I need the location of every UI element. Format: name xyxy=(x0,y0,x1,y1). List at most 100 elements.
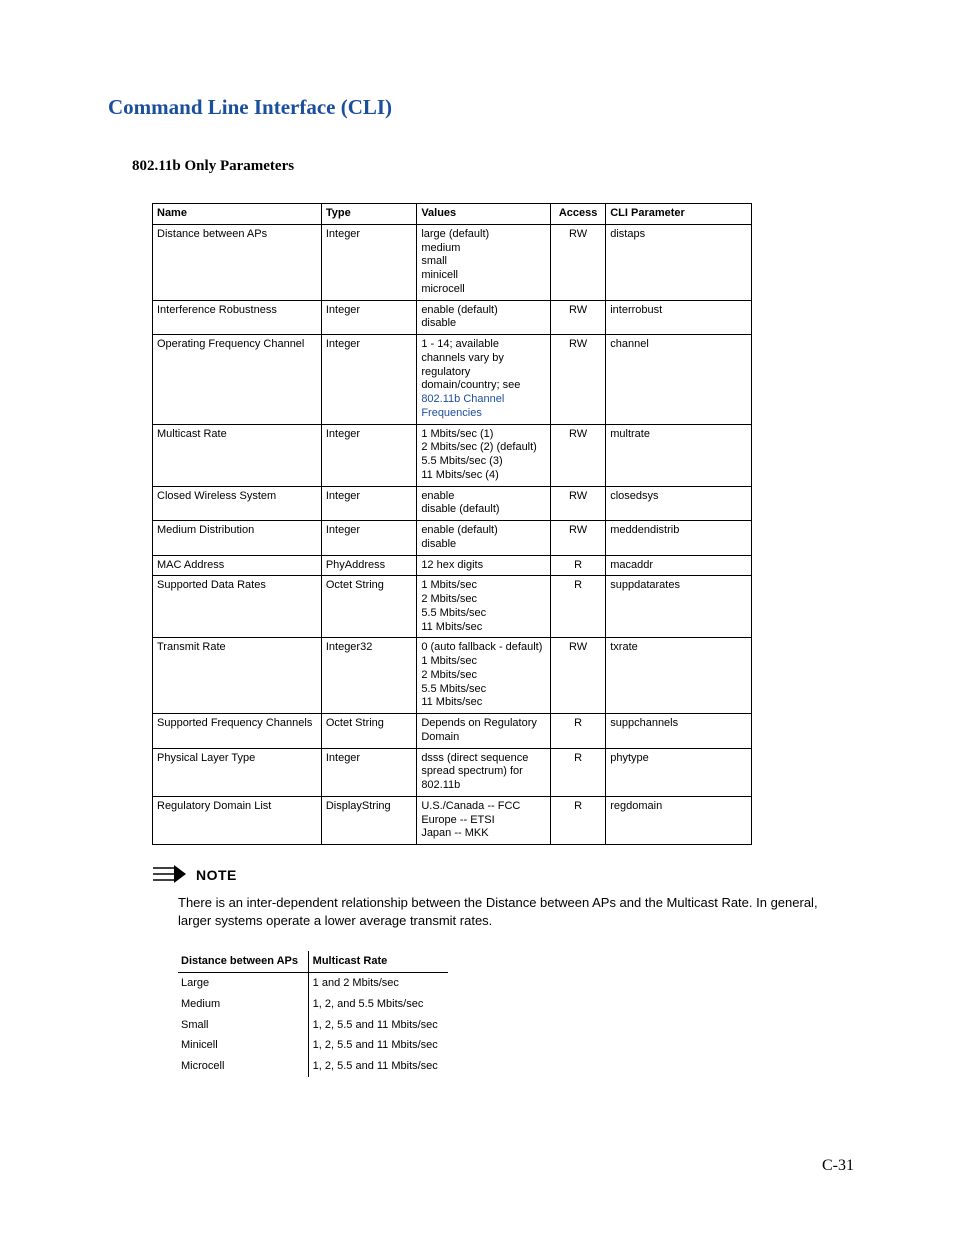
table-row: Medium1, 2, and 5.5 Mbits/sec xyxy=(178,994,448,1015)
cell-values: enabledisable (default) xyxy=(417,486,551,521)
th-access: Access xyxy=(550,204,605,225)
cell-values: 1 - 14; available channels vary by regul… xyxy=(417,335,551,425)
cell-cli-parameter: interrobust xyxy=(606,300,752,335)
th-distance: Distance between APs xyxy=(178,951,308,972)
cell-access: R xyxy=(550,555,605,576)
cell-type: Integer xyxy=(321,300,416,335)
cell-access: RW xyxy=(550,335,605,425)
cell-values: enable (default)disable xyxy=(417,521,551,556)
table-row: Microcell1, 2, 5.5 and 11 Mbits/sec xyxy=(178,1056,448,1077)
table-row: Closed Wireless SystemIntegerenabledisab… xyxy=(153,486,752,521)
cell-access: RW xyxy=(550,424,605,486)
page-number: C-31 xyxy=(822,1157,854,1175)
cell-values: Depends on Regulatory Domain xyxy=(417,714,551,749)
cell-cli-parameter: suppchannels xyxy=(606,714,752,749)
cell-access: R xyxy=(550,796,605,844)
cell-multicast-rate: 1, 2, 5.5 and 11 Mbits/sec xyxy=(308,1035,448,1056)
cell-cli-parameter: regdomain xyxy=(606,796,752,844)
table-row: Operating Frequency ChannelInteger1 - 14… xyxy=(153,335,752,425)
cell-access: R xyxy=(550,714,605,749)
cell-name: Operating Frequency Channel xyxy=(153,335,322,425)
cell-name: Supported Data Rates xyxy=(153,576,322,638)
cell-type: Octet String xyxy=(321,714,416,749)
cell-name: Physical Layer Type xyxy=(153,748,322,796)
parameters-table: Name Type Values Access CLI Parameter Di… xyxy=(152,203,752,845)
th-cli: CLI Parameter xyxy=(606,204,752,225)
table-header-row: Name Type Values Access CLI Parameter xyxy=(153,204,752,225)
table-row: Regulatory Domain ListDisplayStringU.S./… xyxy=(153,796,752,844)
cell-name: Multicast Rate xyxy=(153,424,322,486)
cell-type: Octet String xyxy=(321,576,416,638)
cell-cli-parameter: macaddr xyxy=(606,555,752,576)
cell-name: Regulatory Domain List xyxy=(153,796,322,844)
cell-type: Integer xyxy=(321,224,416,300)
cell-access: R xyxy=(550,748,605,796)
cell-type: Integer xyxy=(321,335,416,425)
cell-cli-parameter: suppdatarates xyxy=(606,576,752,638)
cell-name: Closed Wireless System xyxy=(153,486,322,521)
cross-reference-link[interactable]: Frequencies xyxy=(421,407,482,419)
cell-cli-parameter: channel xyxy=(606,335,752,425)
cell-values: 1 Mbits/sec (1)2 Mbits/sec (2) (default)… xyxy=(417,424,551,486)
cell-values: large (default)mediumsmallminicellmicroc… xyxy=(417,224,551,300)
cell-cli-parameter: txrate xyxy=(606,638,752,714)
table-row: Transmit RateInteger320 (auto fallback -… xyxy=(153,638,752,714)
cell-distance: Large xyxy=(178,972,308,993)
cell-type: DisplayString xyxy=(321,796,416,844)
cell-access: R xyxy=(550,576,605,638)
th-name: Name xyxy=(153,204,322,225)
cell-type: Integer32 xyxy=(321,638,416,714)
rates-table: Distance between APs Multicast Rate Larg… xyxy=(178,951,448,1077)
table-row: MAC AddressPhyAddress12 hex digitsRmacad… xyxy=(153,555,752,576)
cell-access: RW xyxy=(550,521,605,556)
cell-distance: Medium xyxy=(178,994,308,1015)
cell-multicast-rate: 1, 2, and 5.5 Mbits/sec xyxy=(308,994,448,1015)
cell-values: U.S./Canada -- FCCEurope -- ETSIJapan --… xyxy=(417,796,551,844)
cell-type: Integer xyxy=(321,424,416,486)
cell-name: MAC Address xyxy=(153,555,322,576)
table-row: Physical Layer TypeIntegerdsss (direct s… xyxy=(153,748,752,796)
table-header-row: Distance between APs Multicast Rate xyxy=(178,951,448,972)
cell-access: RW xyxy=(550,300,605,335)
cell-multicast-rate: 1 and 2 Mbits/sec xyxy=(308,972,448,993)
note-label: NOTE xyxy=(196,867,237,883)
cell-access: RW xyxy=(550,638,605,714)
cell-access: RW xyxy=(550,486,605,521)
cell-values: enable (default)disable xyxy=(417,300,551,335)
table-row: Interference RobustnessIntegerenable (de… xyxy=(153,300,752,335)
cell-cli-parameter: phytype xyxy=(606,748,752,796)
cell-name: Interference Robustness xyxy=(153,300,322,335)
cell-values: 0 (auto fallback - default)1 Mbits/sec2 … xyxy=(417,638,551,714)
table-row: Large1 and 2 Mbits/sec xyxy=(178,972,448,993)
cell-cli-parameter: closedsys xyxy=(606,486,752,521)
th-multicast-rate: Multicast Rate xyxy=(308,951,448,972)
table-row: Distance between APsIntegerlarge (defaul… xyxy=(153,224,752,300)
cell-type: Integer xyxy=(321,521,416,556)
cross-reference-link[interactable]: 802.11b Channel xyxy=(421,393,504,405)
th-values: Values xyxy=(417,204,551,225)
cell-type: PhyAddress xyxy=(321,555,416,576)
table-row: Minicell1, 2, 5.5 and 11 Mbits/sec xyxy=(178,1035,448,1056)
cell-cli-parameter: multrate xyxy=(606,424,752,486)
cell-cli-parameter: meddendistrib xyxy=(606,521,752,556)
table-row: Supported Frequency ChannelsOctet String… xyxy=(153,714,752,749)
cell-distance: Small xyxy=(178,1015,308,1036)
cell-name: Supported Frequency Channels xyxy=(153,714,322,749)
cell-multicast-rate: 1, 2, 5.5 and 11 Mbits/sec xyxy=(308,1056,448,1077)
cell-values: dsss (direct sequence spread spectrum) f… xyxy=(417,748,551,796)
cell-values: 12 hex digits xyxy=(417,555,551,576)
cell-type: Integer xyxy=(321,748,416,796)
cell-multicast-rate: 1, 2, 5.5 and 11 Mbits/sec xyxy=(308,1015,448,1036)
cell-type: Integer xyxy=(321,486,416,521)
cell-name: Medium Distribution xyxy=(153,521,322,556)
table-row: Small1, 2, 5.5 and 11 Mbits/sec xyxy=(178,1015,448,1036)
cell-access: RW xyxy=(550,224,605,300)
table-row: Supported Data RatesOctet String1 Mbits/… xyxy=(153,576,752,638)
cell-cli-parameter: distaps xyxy=(606,224,752,300)
cell-values: 1 Mbits/sec2 Mbits/sec5.5 Mbits/sec11 Mb… xyxy=(417,576,551,638)
note-arrow-icon xyxy=(152,865,186,888)
cell-name: Distance between APs xyxy=(153,224,322,300)
th-type: Type xyxy=(321,204,416,225)
cell-distance: Minicell xyxy=(178,1035,308,1056)
page-title: Command Line Interface (CLI) xyxy=(108,95,854,120)
